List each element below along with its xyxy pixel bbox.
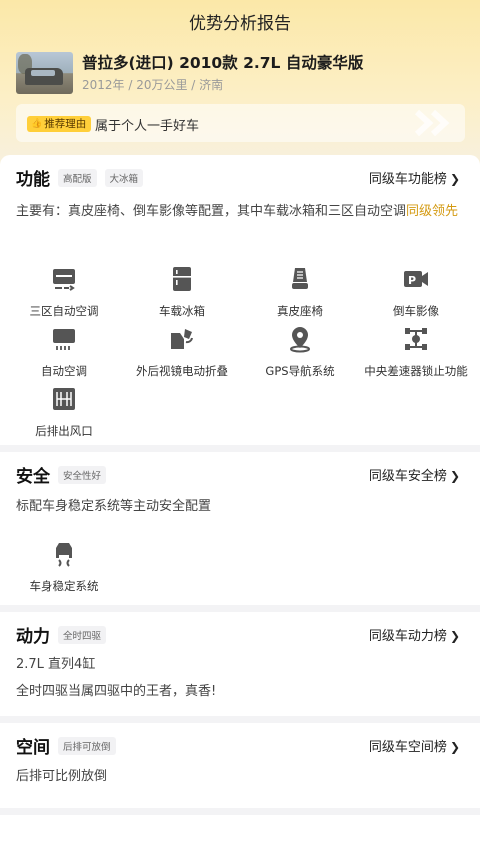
car-name: 普拉多(进口) 2010款 2.7L 自动豪华版 [82,54,364,72]
feature-fridge: 车载冰箱 [122,265,242,319]
feature-label: 外后视镜电动折叠 [136,364,228,378]
power-description: 全时四驱当属四驱中的王者，真香! [16,684,217,699]
function-description-text: 主要有：真皮座椅、倒车影像等配置，其中车载冰箱和三区自动空调 [16,204,407,219]
space-title: 空间 [16,738,50,758]
feature-stability-control: 车身稳定系统 [4,540,124,594]
chevron-right-icon: ❯ [449,469,460,483]
safety-rank-link[interactable]: 同级车安全榜 ❯ [369,465,460,484]
feature-label: 后排出风口 [35,424,93,438]
function-rank-link-label: 同级车功能榜 [368,172,447,187]
svg-text:P: P [408,274,416,287]
power-engine-spec: 2.7L 直列4缸 [16,657,96,672]
car-thumbnail[interactable] [16,52,73,94]
function-description-highlight: 同级领先 [406,204,459,219]
recommend-reason-tag: 👍 推荐理由 [27,116,92,132]
thumbs-up-icon: 👍 [31,119,43,129]
safety-rank-link-label: 同级车安全榜 [368,469,447,484]
feature-auto-ac: 自动空调 [4,325,124,379]
feature-label: GPS导航系统 [265,364,335,378]
function-description: 主要有：真皮座椅、倒车影像等配置，其中车载冰箱和三区自动空调同级领先 [16,201,466,223]
hero-header: 优势分析报告 普拉多(进口) 2010款 2.7L 自动豪华版 2012年 / … [0,0,480,175]
space-header: 空间 后排可放倒 [16,733,116,758]
feature-mirror-fold: 外后视镜电动折叠 [122,325,242,379]
safety-header: 安全 安全性好 [16,462,107,487]
feature-label: 三区自动空调 [29,304,99,318]
feature-leather-seat: 真皮座椅 [240,265,360,319]
feature-rear-vent: 后排出风口 [4,385,124,439]
feature-diff-lock: 中央差速器锁止功能 [356,325,476,379]
feature-tri-zone-ac: 三区自动空调 [4,265,124,319]
feature-gps: GPS导航系统 [240,325,360,379]
function-section: 功能 高配版 大冰箱 同级车功能榜 ❯ 主要有：真皮座椅、倒车影像等配置，其中车载… [0,155,480,445]
auto-ac-icon [53,329,75,350]
power-rank-link-label: 同级车动力榜 [368,629,447,644]
feature-label: 真皮座椅 [277,304,323,318]
safety-tag: 安全性好 [58,465,107,484]
bottom-spacer [0,815,480,848]
leather-seat-icon [292,268,308,289]
safety-description: 标配车身稳定系统等主动安全配置 [16,499,212,514]
chevron-right-icon: ❯ [449,629,460,643]
power-title: 动力 [16,627,50,647]
safety-title: 安全 [16,467,50,487]
space-section: 空间 后排可放倒 同级车空间榜 ❯ 后排可比例放倒 [0,723,480,808]
safety-section: 安全 安全性好 同级车安全榜 ❯ 标配车身稳定系统等主动安全配置 车身稳定系统 [0,452,480,605]
power-header: 动力 全时四驱 [16,622,107,647]
recommend-reason-box: 👍 推荐理由 属于个人一手好车 [16,104,465,142]
fridge-icon [173,267,191,291]
power-tag: 全时四驱 [58,625,107,644]
function-tag: 大冰箱 [104,168,144,187]
rear-vent-icon [53,388,75,410]
stability-control-icon [56,543,72,567]
feature-label: 倒车影像 [393,304,439,318]
gps-icon [290,327,310,353]
power-rank-link[interactable]: 同级车动力榜 ❯ [369,625,460,644]
car-meta: 2012年 / 20万公里 / 济南 [82,78,224,92]
space-description: 后排可比例放倒 [16,769,108,784]
feature-reverse-camera: P 倒车影像 [356,265,476,319]
space-rank-link-label: 同级车空间榜 [368,740,447,755]
power-section: 动力 全时四驱 同级车动力榜 ❯ 2.7L 直列4缸 全时四驱当属四驱中的王者，真… [0,612,480,716]
feature-label: 车载冰箱 [159,304,205,318]
diff-lock-icon [405,328,427,350]
function-title: 功能 [16,170,50,190]
tri-zone-ac-icon [53,269,75,291]
chevron-right-icon: ❯ [449,740,460,754]
chevron-right-icon: ❯ [449,172,460,186]
function-header: 功能 高配版 大冰箱 [16,165,144,190]
page-title: 优势分析报告 [189,14,291,34]
reverse-camera-icon: P [404,271,428,287]
feature-label: 中央差速器锁止功能 [364,364,468,378]
space-tag: 后排可放倒 [58,736,116,755]
function-tag: 高配版 [58,168,97,187]
recommend-reason-text: 属于个人一手好车 [95,119,200,134]
mirror-fold-icon [171,329,193,349]
function-rank-link[interactable]: 同级车功能榜 ❯ [369,168,460,187]
double-chevron-decor-icon [414,109,450,137]
recommend-reason-tag-label: 推荐理由 [44,118,87,130]
feature-label: 自动空调 [41,364,87,378]
space-rank-link[interactable]: 同级车空间榜 ❯ [369,736,460,755]
feature-label: 车身稳定系统 [29,579,99,593]
